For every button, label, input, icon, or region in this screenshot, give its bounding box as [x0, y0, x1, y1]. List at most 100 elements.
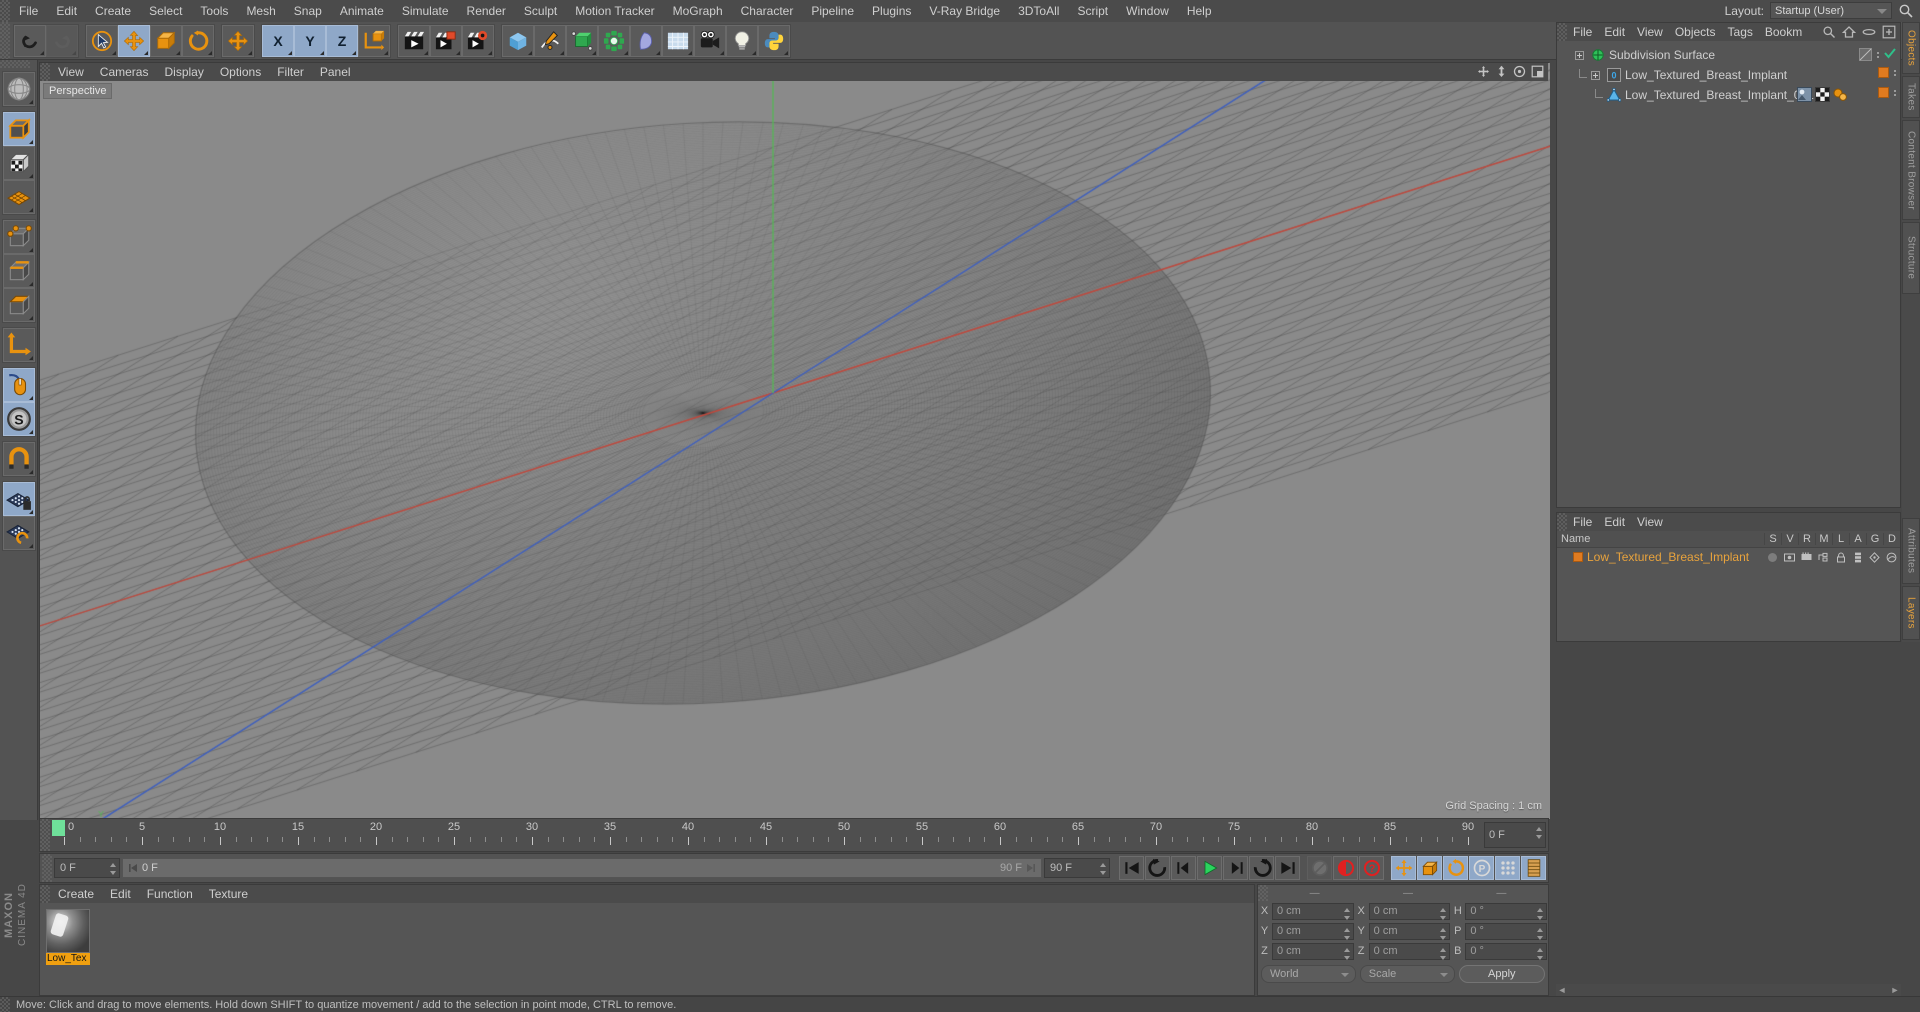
- submenu-corner-icon[interactable]: [384, 50, 388, 55]
- menu-tools[interactable]: Tools: [191, 0, 237, 22]
- submenu-corner-icon[interactable]: [752, 50, 756, 55]
- timeline-frame-field[interactable]: 0 F: [1484, 822, 1546, 848]
- timeline-ruler[interactable]: 0 5 10 15 20 25 30 35 40 45 50 55 60 65 70 75 80 85 90: [50, 819, 1482, 851]
- spinner-icon[interactable]: [1440, 947, 1447, 960]
- layer-render-toggle[interactable]: [1798, 552, 1815, 562]
- timeline-grip[interactable]: [40, 819, 50, 851]
- menu-motion-tracker[interactable]: Motion Tracker: [566, 0, 663, 22]
- apply-button[interactable]: Apply: [1458, 965, 1546, 983]
- object-row[interactable]: Subdivision Surface: [1557, 45, 1900, 65]
- coordinate-system-select[interactable]: World: [1261, 965, 1356, 983]
- submenu-corner-icon[interactable]: [688, 50, 692, 55]
- play-forwards-button[interactable]: [1249, 856, 1274, 880]
- submenu-corner-icon[interactable]: [28, 396, 33, 400]
- material-menu-edit[interactable]: Edit: [102, 885, 139, 903]
- vtab-takes[interactable]: Takes: [1902, 76, 1920, 118]
- render-view-button[interactable]: [398, 24, 430, 57]
- add-light-button[interactable]: [726, 24, 758, 57]
- previous-frame-button[interactable]: [1171, 856, 1196, 880]
- dot-column-icon[interactable]: [1877, 51, 1879, 58]
- menu-character[interactable]: Character: [732, 0, 803, 22]
- edges-mode-button[interactable]: [2, 254, 35, 288]
- go-to-start-button[interactable]: [1119, 856, 1144, 880]
- submenu-corner-icon[interactable]: [528, 50, 532, 55]
- record-pla-button[interactable]: [1495, 856, 1520, 880]
- submenu-corner-icon[interactable]: [144, 50, 148, 55]
- spinner-icon[interactable]: [1440, 927, 1447, 940]
- viewport-canvas[interactable]: [40, 63, 1550, 819]
- viewport-menu-view[interactable]: View: [50, 63, 92, 81]
- object-color-swatch[interactable]: [1878, 67, 1889, 78]
- submenu-corner-icon[interactable]: [28, 470, 33, 474]
- play-backwards-button[interactable]: [1145, 856, 1170, 880]
- workplane-reset-button[interactable]: [2, 516, 35, 550]
- submenu-corner-icon[interactable]: [176, 50, 180, 55]
- coordinates-rotation-p-field[interactable]: 0 °: [1465, 922, 1548, 940]
- submenu-corner-icon[interactable]: [40, 50, 44, 55]
- submenu-corner-icon[interactable]: [28, 316, 33, 320]
- lock-z-axis[interactable]: Z: [326, 24, 358, 57]
- search-icon[interactable]: [1898, 3, 1914, 19]
- material-item[interactable]: Low_Tex: [46, 909, 90, 965]
- new-window-icon[interactable]: [1881, 24, 1896, 39]
- menu-sculpt[interactable]: Sculpt: [515, 0, 566, 22]
- material-list[interactable]: Low_Tex: [40, 903, 1254, 971]
- texture-tag-icon[interactable]: [1797, 87, 1812, 105]
- menu-grip[interactable]: [0, 0, 10, 22]
- record-scale-button[interactable]: [1417, 856, 1442, 880]
- material-menu-create[interactable]: Create: [50, 885, 102, 903]
- submenu-corner-icon[interactable]: [28, 282, 33, 286]
- spinner-icon[interactable]: [1440, 907, 1447, 920]
- coordinates-size-x-field[interactable]: 0 cm: [1368, 902, 1451, 920]
- coordinates-position-z-field[interactable]: 0 cm: [1272, 942, 1354, 960]
- live-selection-tool[interactable]: [86, 24, 118, 57]
- world-object-coordinates[interactable]: [358, 24, 390, 57]
- spinner-icon[interactable]: [1537, 947, 1544, 960]
- viewport-menu-panel[interactable]: Panel: [312, 63, 359, 81]
- dolly-view-icon[interactable]: [1494, 64, 1508, 78]
- vtab-objects[interactable]: Objects: [1902, 22, 1920, 74]
- rotate-view-icon[interactable]: [1512, 64, 1526, 78]
- spinner-icon[interactable]: [1536, 827, 1542, 839]
- status-grip[interactable]: [0, 997, 10, 1012]
- menu-create[interactable]: Create: [86, 0, 140, 22]
- layer-generators-toggle[interactable]: [1866, 551, 1883, 563]
- material-menu-function[interactable]: Function: [139, 885, 201, 903]
- visibility-dots-icon[interactable]: [1859, 48, 1872, 61]
- record-active-objects-button[interactable]: [1307, 856, 1332, 880]
- go-to-end-button[interactable]: [1275, 856, 1300, 880]
- spinner-icon[interactable]: [1343, 907, 1350, 920]
- layer-lock-toggle[interactable]: [1832, 552, 1849, 563]
- current-frame-field[interactable]: 0 F: [54, 858, 120, 878]
- render-to-picture-viewer-button[interactable]: [430, 24, 462, 57]
- submenu-corner-icon[interactable]: [624, 50, 628, 55]
- add-spline-button[interactable]: [534, 24, 566, 57]
- submenu-corner-icon[interactable]: [72, 50, 76, 55]
- vtab-attributes[interactable]: Attributes: [1902, 518, 1920, 584]
- submenu-corner-icon[interactable]: [288, 50, 292, 55]
- coordinates-position-y-field[interactable]: 0 cm: [1272, 922, 1354, 940]
- expander-icon[interactable]: [1575, 50, 1584, 60]
- coordinates-rotation-b-field[interactable]: 0 °: [1465, 942, 1548, 960]
- menu-plugins[interactable]: Plugins: [863, 0, 920, 22]
- python-button[interactable]: [758, 24, 790, 57]
- scale-tool[interactable]: [150, 24, 182, 57]
- keyframe-selection-button[interactable]: ?: [1359, 856, 1384, 880]
- layer-color-swatch[interactable]: [1573, 552, 1583, 562]
- viewport-menu-cameras[interactable]: Cameras: [92, 63, 157, 81]
- menu-render[interactable]: Render: [458, 0, 515, 22]
- submenu-corner-icon[interactable]: [28, 208, 33, 212]
- expander-icon[interactable]: [1591, 70, 1600, 80]
- polygon-object-icon[interactable]: [1607, 88, 1621, 102]
- object-axis-button[interactable]: [2, 328, 35, 362]
- layer-animation-toggle[interactable]: [1849, 552, 1866, 563]
- timeline-playhead[interactable]: [52, 820, 65, 836]
- preview-end-field[interactable]: 90 F: [1044, 858, 1110, 878]
- submenu-corner-icon[interactable]: [112, 50, 116, 55]
- menu-script[interactable]: Script: [1068, 0, 1117, 22]
- render-settings-button[interactable]: [462, 24, 494, 57]
- add-array-button[interactable]: [598, 24, 630, 57]
- menu-v-ray-bridge[interactable]: V-Ray Bridge: [920, 0, 1009, 22]
- submenu-corner-icon[interactable]: [28, 356, 33, 360]
- spinner-icon[interactable]: [1343, 947, 1350, 960]
